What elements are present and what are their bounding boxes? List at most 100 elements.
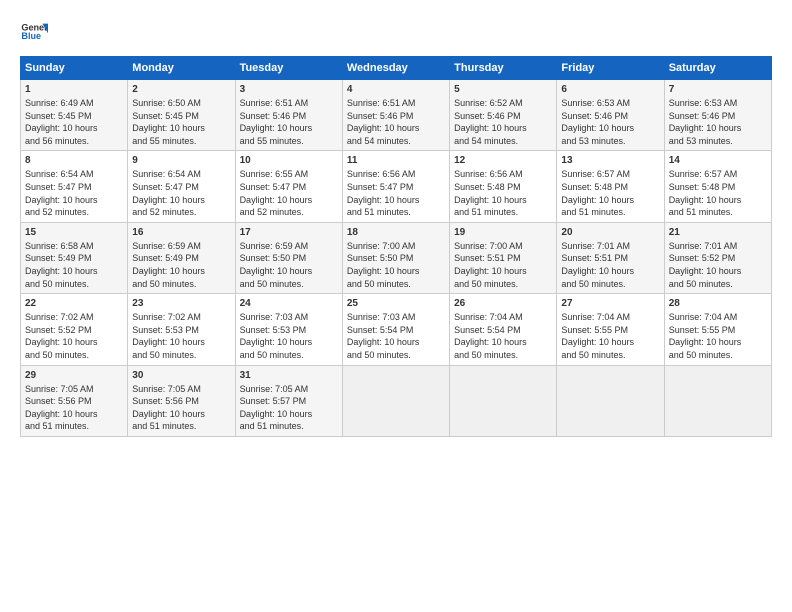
day-number: 19 <box>454 226 552 240</box>
col-header-tuesday: Tuesday <box>235 57 342 80</box>
day-number: 6 <box>561 83 659 97</box>
logo-icon: General Blue <box>20 18 48 46</box>
calendar-page: General Blue SundayMondayTuesdayWednesda… <box>0 0 792 612</box>
col-header-saturday: Saturday <box>664 57 771 80</box>
calendar-cell: 13Sunrise: 6:57 AMSunset: 5:48 PMDayligh… <box>557 151 664 222</box>
calendar-cell: 12Sunrise: 6:56 AMSunset: 5:48 PMDayligh… <box>450 151 557 222</box>
day-number: 1 <box>25 83 123 97</box>
day-number: 21 <box>669 226 767 240</box>
day-number: 31 <box>240 369 338 383</box>
col-header-friday: Friday <box>557 57 664 80</box>
day-number: 3 <box>240 83 338 97</box>
cell-content: Sunrise: 7:02 AMSunset: 5:53 PMDaylight:… <box>132 311 230 361</box>
cell-content: Sunrise: 6:55 AMSunset: 5:47 PMDaylight:… <box>240 168 338 218</box>
col-header-sunday: Sunday <box>21 57 128 80</box>
cell-content: Sunrise: 6:54 AMSunset: 5:47 PMDaylight:… <box>132 168 230 218</box>
week-row-3: 15Sunrise: 6:58 AMSunset: 5:49 PMDayligh… <box>21 222 772 293</box>
cell-content: Sunrise: 7:05 AMSunset: 5:57 PMDaylight:… <box>240 383 338 433</box>
cell-content: Sunrise: 6:58 AMSunset: 5:49 PMDaylight:… <box>25 240 123 290</box>
day-number: 10 <box>240 154 338 168</box>
cell-content: Sunrise: 7:02 AMSunset: 5:52 PMDaylight:… <box>25 311 123 361</box>
calendar-cell: 17Sunrise: 6:59 AMSunset: 5:50 PMDayligh… <box>235 222 342 293</box>
calendar-cell: 7Sunrise: 6:53 AMSunset: 5:46 PMDaylight… <box>664 80 771 151</box>
day-number: 17 <box>240 226 338 240</box>
calendar-cell: 26Sunrise: 7:04 AMSunset: 5:54 PMDayligh… <box>450 294 557 365</box>
day-number: 26 <box>454 297 552 311</box>
cell-content: Sunrise: 6:59 AMSunset: 5:50 PMDaylight:… <box>240 240 338 290</box>
day-number: 4 <box>347 83 445 97</box>
calendar-cell: 3Sunrise: 6:51 AMSunset: 5:46 PMDaylight… <box>235 80 342 151</box>
calendar-cell: 10Sunrise: 6:55 AMSunset: 5:47 PMDayligh… <box>235 151 342 222</box>
calendar-cell: 8Sunrise: 6:54 AMSunset: 5:47 PMDaylight… <box>21 151 128 222</box>
calendar-cell: 19Sunrise: 7:00 AMSunset: 5:51 PMDayligh… <box>450 222 557 293</box>
calendar-cell: 20Sunrise: 7:01 AMSunset: 5:51 PMDayligh… <box>557 222 664 293</box>
cell-content: Sunrise: 6:54 AMSunset: 5:47 PMDaylight:… <box>25 168 123 218</box>
day-number: 14 <box>669 154 767 168</box>
calendar-cell: 1Sunrise: 6:49 AMSunset: 5:45 PMDaylight… <box>21 80 128 151</box>
calendar-cell: 30Sunrise: 7:05 AMSunset: 5:56 PMDayligh… <box>128 365 235 436</box>
calendar-cell: 9Sunrise: 6:54 AMSunset: 5:47 PMDaylight… <box>128 151 235 222</box>
calendar-cell: 18Sunrise: 7:00 AMSunset: 5:50 PMDayligh… <box>342 222 449 293</box>
cell-content: Sunrise: 6:56 AMSunset: 5:47 PMDaylight:… <box>347 168 445 218</box>
day-number: 5 <box>454 83 552 97</box>
day-number: 20 <box>561 226 659 240</box>
day-number: 22 <box>25 297 123 311</box>
week-row-1: 1Sunrise: 6:49 AMSunset: 5:45 PMDaylight… <box>21 80 772 151</box>
week-row-5: 29Sunrise: 7:05 AMSunset: 5:56 PMDayligh… <box>21 365 772 436</box>
cell-content: Sunrise: 7:05 AMSunset: 5:56 PMDaylight:… <box>25 383 123 433</box>
cell-content: Sunrise: 6:57 AMSunset: 5:48 PMDaylight:… <box>669 168 767 218</box>
day-number: 29 <box>25 369 123 383</box>
calendar-table: SundayMondayTuesdayWednesdayThursdayFrid… <box>20 56 772 437</box>
calendar-cell <box>342 365 449 436</box>
calendar-cell <box>450 365 557 436</box>
day-number: 2 <box>132 83 230 97</box>
cell-content: Sunrise: 7:00 AMSunset: 5:50 PMDaylight:… <box>347 240 445 290</box>
day-number: 30 <box>132 369 230 383</box>
calendar-cell: 22Sunrise: 7:02 AMSunset: 5:52 PMDayligh… <box>21 294 128 365</box>
cell-content: Sunrise: 6:52 AMSunset: 5:46 PMDaylight:… <box>454 97 552 147</box>
day-number: 16 <box>132 226 230 240</box>
cell-content: Sunrise: 6:50 AMSunset: 5:45 PMDaylight:… <box>132 97 230 147</box>
col-header-monday: Monday <box>128 57 235 80</box>
header-row: SundayMondayTuesdayWednesdayThursdayFrid… <box>21 57 772 80</box>
calendar-cell: 28Sunrise: 7:04 AMSunset: 5:55 PMDayligh… <box>664 294 771 365</box>
cell-content: Sunrise: 6:51 AMSunset: 5:46 PMDaylight:… <box>347 97 445 147</box>
calendar-cell: 31Sunrise: 7:05 AMSunset: 5:57 PMDayligh… <box>235 365 342 436</box>
cell-content: Sunrise: 6:56 AMSunset: 5:48 PMDaylight:… <box>454 168 552 218</box>
cell-content: Sunrise: 6:59 AMSunset: 5:49 PMDaylight:… <box>132 240 230 290</box>
calendar-cell: 27Sunrise: 7:04 AMSunset: 5:55 PMDayligh… <box>557 294 664 365</box>
svg-text:Blue: Blue <box>21 31 41 41</box>
day-number: 8 <box>25 154 123 168</box>
cell-content: Sunrise: 7:00 AMSunset: 5:51 PMDaylight:… <box>454 240 552 290</box>
calendar-cell: 11Sunrise: 6:56 AMSunset: 5:47 PMDayligh… <box>342 151 449 222</box>
day-number: 15 <box>25 226 123 240</box>
calendar-cell: 24Sunrise: 7:03 AMSunset: 5:53 PMDayligh… <box>235 294 342 365</box>
calendar-cell: 25Sunrise: 7:03 AMSunset: 5:54 PMDayligh… <box>342 294 449 365</box>
day-number: 13 <box>561 154 659 168</box>
calendar-cell <box>664 365 771 436</box>
calendar-cell: 14Sunrise: 6:57 AMSunset: 5:48 PMDayligh… <box>664 151 771 222</box>
calendar-cell: 21Sunrise: 7:01 AMSunset: 5:52 PMDayligh… <box>664 222 771 293</box>
day-number: 25 <box>347 297 445 311</box>
cell-content: Sunrise: 7:04 AMSunset: 5:54 PMDaylight:… <box>454 311 552 361</box>
day-number: 27 <box>561 297 659 311</box>
calendar-cell: 16Sunrise: 6:59 AMSunset: 5:49 PMDayligh… <box>128 222 235 293</box>
calendar-cell: 6Sunrise: 6:53 AMSunset: 5:46 PMDaylight… <box>557 80 664 151</box>
cell-content: Sunrise: 6:51 AMSunset: 5:46 PMDaylight:… <box>240 97 338 147</box>
page-header: General Blue <box>20 18 772 46</box>
calendar-cell: 15Sunrise: 6:58 AMSunset: 5:49 PMDayligh… <box>21 222 128 293</box>
cell-content: Sunrise: 6:57 AMSunset: 5:48 PMDaylight:… <box>561 168 659 218</box>
col-header-thursday: Thursday <box>450 57 557 80</box>
calendar-cell: 29Sunrise: 7:05 AMSunset: 5:56 PMDayligh… <box>21 365 128 436</box>
day-number: 28 <box>669 297 767 311</box>
day-number: 23 <box>132 297 230 311</box>
cell-content: Sunrise: 7:03 AMSunset: 5:53 PMDaylight:… <box>240 311 338 361</box>
calendar-cell: 23Sunrise: 7:02 AMSunset: 5:53 PMDayligh… <box>128 294 235 365</box>
day-number: 11 <box>347 154 445 168</box>
cell-content: Sunrise: 7:04 AMSunset: 5:55 PMDaylight:… <box>669 311 767 361</box>
week-row-4: 22Sunrise: 7:02 AMSunset: 5:52 PMDayligh… <box>21 294 772 365</box>
cell-content: Sunrise: 7:01 AMSunset: 5:51 PMDaylight:… <box>561 240 659 290</box>
cell-content: Sunrise: 6:53 AMSunset: 5:46 PMDaylight:… <box>561 97 659 147</box>
logo: General Blue <box>20 18 48 46</box>
calendar-cell: 4Sunrise: 6:51 AMSunset: 5:46 PMDaylight… <box>342 80 449 151</box>
